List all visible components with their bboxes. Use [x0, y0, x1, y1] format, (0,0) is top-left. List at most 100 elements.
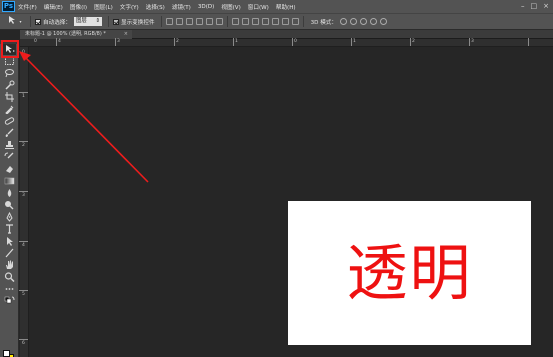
ruler-tick — [233, 38, 234, 46]
ruler-tick — [19, 92, 28, 93]
bandage-icon — [4, 117, 15, 125]
distribute-bottom-icon[interactable] — [251, 18, 259, 25]
pen-tool[interactable] — [3, 211, 16, 223]
align-bottom-icon[interactable] — [185, 18, 193, 25]
close-window-button[interactable]: × — [543, 2, 549, 10]
drop-icon — [7, 189, 12, 197]
menu-help[interactable]: 帮助(H) — [276, 3, 296, 11]
3d-roll-icon[interactable] — [350, 18, 357, 25]
clone-stamp-tool[interactable] — [3, 140, 16, 151]
swap-colors-icon — [4, 296, 15, 304]
ruler-label: 1 — [22, 94, 25, 99]
default-colors-button[interactable] — [3, 296, 16, 307]
distribute-top-icon[interactable] — [231, 18, 239, 25]
blur-tool[interactable] — [3, 188, 16, 199]
quick-selection-tool[interactable] — [3, 80, 16, 91]
eraser-tool[interactable] — [3, 164, 16, 175]
ellipsis-icon — [5, 288, 14, 290]
photoshop-window: Ps 文件(F) 编辑(E) 图像(I) 图层(L) 文字(Y) 选择(S) 滤… — [0, 0, 553, 357]
ruler-label: 3 — [22, 193, 25, 198]
dodge-icon — [5, 201, 14, 210]
show-transform-checkbox[interactable] — [112, 18, 119, 25]
menu-edit[interactable]: 编辑(E) — [44, 3, 63, 11]
3d-scale-icon[interactable] — [380, 18, 387, 25]
align-vcenter-icon[interactable] — [175, 18, 183, 25]
crop-tool[interactable] — [3, 92, 16, 103]
hand-tool[interactable] — [3, 260, 16, 271]
maximize-button[interactable]: □ — [531, 2, 538, 10]
ruler-tick — [19, 141, 28, 142]
ruler-tick — [19, 191, 28, 192]
auto-select-dropdown[interactable]: 图层 ⇕ — [73, 17, 102, 26]
ruler-label: 2 — [176, 39, 179, 44]
history-brush-tool[interactable] — [3, 152, 16, 163]
menu-file[interactable]: 文件(F) — [18, 3, 37, 11]
menu-window[interactable]: 窗口(W) — [248, 3, 269, 11]
canvas-text-layer: 透明 — [346, 237, 473, 309]
menu-layer[interactable]: 图层(L) — [94, 3, 113, 11]
foreground-color-swatch[interactable] — [3, 350, 10, 357]
menu-select[interactable]: 选择(S) — [146, 3, 165, 11]
distribute-vcenter-icon[interactable] — [241, 18, 249, 25]
brush-icon — [5, 128, 14, 137]
lasso-icon — [5, 69, 14, 78]
show-transform-label: 显示变换控件 — [120, 19, 155, 26]
align-right-icon[interactable] — [215, 18, 223, 25]
ruler-label: 4 — [22, 243, 25, 248]
3d-slide-icon[interactable] — [370, 18, 377, 25]
zoom-icon — [4, 272, 15, 283]
divider — [160, 16, 162, 27]
gradient-tool[interactable] — [3, 176, 16, 187]
menu-image[interactable]: 图像(I) — [70, 3, 87, 11]
lasso-tool[interactable] — [3, 68, 16, 79]
quick-selection-icon — [5, 80, 15, 90]
ruler-tick — [19, 290, 28, 291]
type-tool[interactable] — [3, 224, 16, 235]
auto-select-checkbox[interactable] — [35, 18, 41, 25]
align-hcenter-icon[interactable] — [205, 18, 213, 25]
eyedropper-icon — [5, 105, 14, 115]
eyedropper-tool[interactable] — [3, 104, 16, 115]
chevron-down-icon: ▾ — [19, 19, 22, 24]
options-bar: ▾ 自动选择： 图层 ⇕ 显示变换控件 3D 模式： — [0, 13, 553, 30]
ruler-label: 4 — [58, 39, 61, 44]
ruler-label: 0 — [294, 39, 297, 44]
more-tools[interactable] — [3, 284, 16, 295]
align-left-icon[interactable] — [195, 18, 203, 25]
align-buttons — [165, 18, 223, 25]
gradient-icon — [4, 177, 15, 185]
brush-tool[interactable] — [3, 128, 16, 139]
shape-tool[interactable] — [3, 248, 16, 259]
distribute-left-icon[interactable] — [261, 18, 269, 25]
document-canvas[interactable]: 透明 — [288, 201, 531, 345]
3d-drag-icon[interactable] — [360, 18, 367, 25]
ruler-tick — [19, 241, 28, 242]
tool-preset-picker[interactable]: ▾ — [4, 16, 26, 28]
distribute-right-icon[interactable] — [281, 18, 289, 25]
minimize-button[interactable]: – — [521, 2, 525, 10]
zoom-tool[interactable] — [3, 272, 16, 283]
menu-filter[interactable]: 滤镜(T) — [172, 3, 191, 11]
annotation-highlight-box — [1, 40, 19, 58]
path-selection-tool[interactable] — [3, 236, 16, 247]
ruler-tick — [56, 38, 57, 46]
stamp-icon — [5, 141, 14, 149]
pen-icon — [6, 211, 13, 222]
divider — [107, 16, 109, 27]
3d-rotate-icon[interactable] — [340, 18, 347, 25]
close-tab-icon[interactable]: × — [124, 30, 128, 39]
divider — [226, 16, 228, 27]
dodge-tool[interactable] — [3, 200, 16, 211]
photoshop-logo: Ps — [2, 1, 15, 12]
menu-type[interactable]: 文字(Y) — [120, 3, 139, 11]
healing-brush-tool[interactable] — [3, 116, 16, 127]
vertical-ruler: 0 1 2 3 4 5 6 — [19, 47, 29, 357]
auto-align-icon[interactable] — [291, 18, 299, 25]
window-controls: – □ × — [521, 2, 549, 10]
menu-3d[interactable]: 3D(D) — [198, 4, 215, 10]
eraser-icon — [6, 166, 13, 173]
align-top-icon[interactable] — [165, 18, 173, 25]
menu-view[interactable]: 视图(V) — [221, 3, 240, 11]
ruler-label: 3 — [471, 39, 474, 44]
distribute-hcenter-icon[interactable] — [271, 18, 279, 25]
